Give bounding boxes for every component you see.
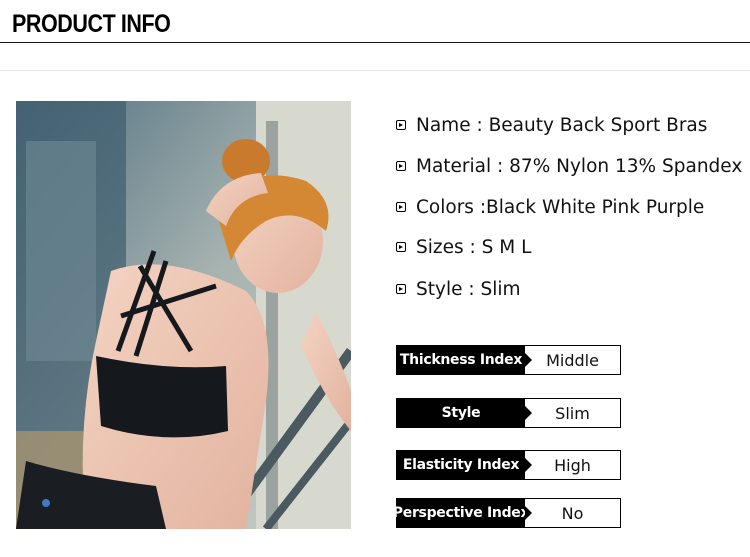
- perspective-index-row: Perspective Index No: [393, 498, 621, 528]
- spec-item-material: Material : 87% Nylon 13% Spandex: [396, 151, 742, 181]
- spec-item-sizes: Sizes : S M L: [396, 232, 531, 262]
- spec-item-label: Style : Slim: [416, 278, 521, 300]
- style-index-row: Style Slim: [396, 398, 621, 428]
- spec-item-label: Colors :Black White Pink Purple: [416, 196, 705, 218]
- play-bullet-icon: [396, 202, 406, 212]
- page-title: PRODUCT INFO: [12, 10, 171, 38]
- index-label: Style: [397, 399, 525, 427]
- index-label: Elasticity Index: [397, 451, 525, 479]
- index-label: Perspective Index: [393, 499, 530, 527]
- spec-item-name: Name : Beauty Back Sport Bras: [396, 110, 707, 140]
- play-bullet-icon: [396, 120, 406, 130]
- spec-item-label: Sizes : S M L: [416, 236, 532, 258]
- index-value: No: [561, 503, 584, 523]
- index-value: Middle: [546, 350, 599, 370]
- spec-item-label: Material : 87% Nylon 13% Spandex: [416, 155, 743, 177]
- section-divider: [0, 70, 750, 71]
- spec-item-label: Name : Beauty Back Sport Bras: [416, 114, 708, 136]
- thickness-index-row: Thickness Index Middle: [396, 345, 621, 375]
- play-bullet-icon: [396, 161, 406, 171]
- play-bullet-icon: [396, 284, 406, 294]
- elasticity-index-row: Elasticity Index High: [396, 450, 621, 480]
- index-value: High: [554, 455, 591, 475]
- product-photo: [16, 101, 351, 529]
- play-bullet-icon: [396, 242, 406, 252]
- spec-item-style: Style : Slim: [396, 274, 521, 304]
- spec-item-colors: Colors :Black White Pink Purple: [396, 192, 704, 222]
- index-label: Thickness Index: [397, 346, 525, 374]
- header-divider: [0, 42, 750, 43]
- index-value: Slim: [555, 403, 590, 423]
